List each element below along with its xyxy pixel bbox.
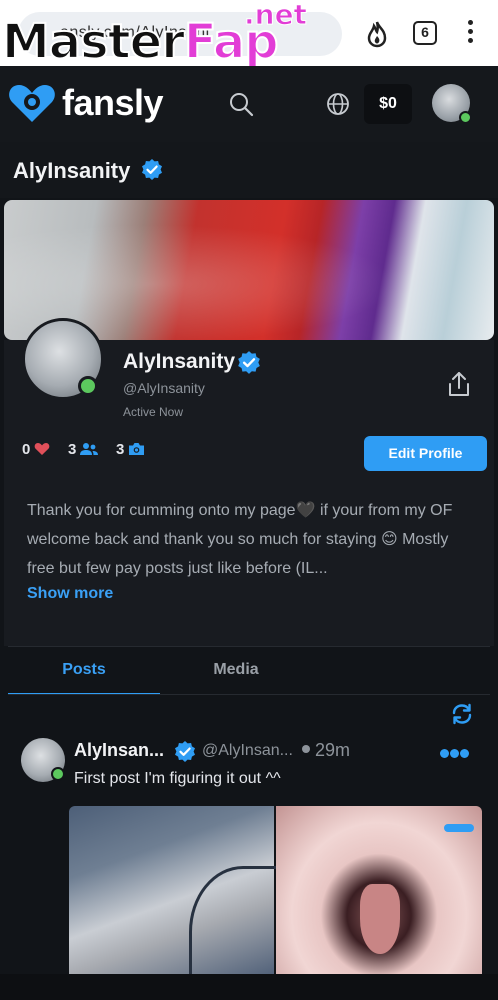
post-media-image[interactable] <box>69 806 279 976</box>
users-icon <box>80 443 99 455</box>
divider <box>8 694 490 695</box>
online-indicator <box>78 376 98 396</box>
online-indicator <box>51 767 65 781</box>
more-options-icon[interactable] <box>440 745 472 758</box>
verified-badge-icon <box>175 741 195 762</box>
search-icon[interactable] <box>228 91 254 117</box>
followers-count: 3 <box>68 441 77 458</box>
watermark-logo: MasterFap <box>1 13 280 71</box>
followers-stat[interactable]: 3 <box>68 441 99 458</box>
refresh-icon[interactable] <box>450 702 474 726</box>
profile-tabs: Posts Media <box>8 647 490 695</box>
profile-display-name: AlyInsanity <box>123 350 236 373</box>
verified-badge-icon <box>142 159 162 180</box>
media-stat[interactable]: 3 <box>116 441 145 458</box>
browser-menu-icon[interactable] <box>466 20 474 46</box>
page-title: AlyInsanity <box>13 158 131 183</box>
fansly-logo-text[interactable]: fansly <box>62 82 164 124</box>
account-avatar[interactable] <box>432 84 472 124</box>
globe-icon[interactable] <box>326 92 350 116</box>
likes-stat[interactable]: 0 <box>22 441 50 458</box>
share-icon[interactable] <box>446 370 472 398</box>
post-timestamp: 29m <box>302 740 350 761</box>
media-count: 3 <box>116 441 125 458</box>
verified-badge-icon <box>238 351 260 374</box>
online-indicator <box>459 111 472 124</box>
tab-switcher-button[interactable]: 6 <box>413 21 437 45</box>
wallet-balance-button[interactable]: $0 <box>364 84 412 124</box>
profile-title-bar: AlyInsanity <box>0 142 498 198</box>
show-more-link[interactable]: Show more <box>27 585 113 603</box>
media-more-icon[interactable] <box>444 824 474 832</box>
heart-icon <box>35 443 50 455</box>
profile-status: Active Now <box>123 405 184 419</box>
tab-media[interactable]: Media <box>160 647 312 695</box>
camera-icon <box>129 443 145 455</box>
post-author-handle[interactable]: @AlyInsan... <box>202 742 293 760</box>
likes-count: 0 <box>22 441 31 458</box>
page: ansly.com/AlyInsani MasterFap .net 6 fan… <box>0 0 498 1000</box>
tab-posts[interactable]: Posts <box>8 647 160 695</box>
profile-banner-image[interactable] <box>4 200 494 340</box>
watermark-suffix: .net <box>244 0 308 32</box>
watermark-main: Master <box>1 13 186 71</box>
post-author-name[interactable]: AlyInsan... <box>74 740 164 761</box>
fire-icon[interactable] <box>364 20 390 48</box>
bottom-bar <box>0 974 498 1000</box>
fansly-logo-icon[interactable] <box>6 82 58 126</box>
profile-handle: @AlyInsanity <box>123 380 205 396</box>
post-text: First post I'm figuring it out ^^ <box>74 770 281 787</box>
app-header: fansly $0 <box>0 66 498 142</box>
profile-bio: Thank you for cumming onto my page🖤 if y… <box>27 502 453 577</box>
edit-profile-button[interactable]: Edit Profile <box>364 436 487 471</box>
browser-toolbar: ansly.com/AlyInsani MasterFap .net 6 <box>0 0 498 71</box>
